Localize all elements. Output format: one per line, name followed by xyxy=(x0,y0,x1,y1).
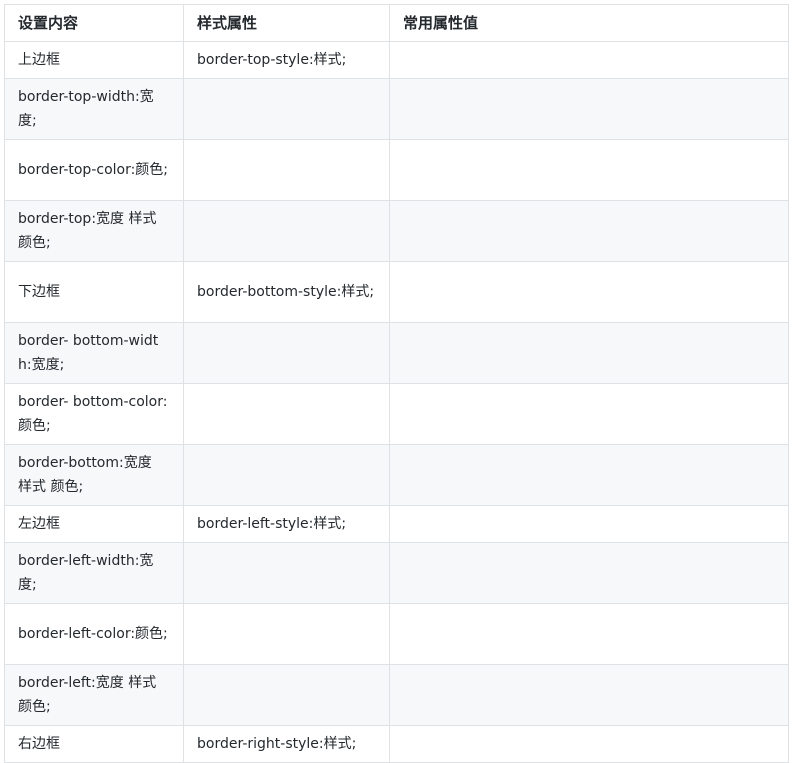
header-style-property: 样式属性 xyxy=(183,4,390,42)
cell-style xyxy=(183,322,390,384)
cell-value xyxy=(389,200,789,262)
cell-style: border-bottom-style:样式; xyxy=(183,261,390,323)
header-row: 设置内容 样式属性 常用属性值 xyxy=(4,4,789,42)
cell-value xyxy=(389,444,789,506)
border-property-table: 设置内容 样式属性 常用属性值 上边框 border-top-style:样式;… xyxy=(4,4,789,763)
cell-style: border-top-style:样式; xyxy=(183,41,390,79)
cell-value xyxy=(389,261,789,323)
table-row: border-top-color:颜色; xyxy=(4,139,789,201)
cell-setting: 上边框 xyxy=(4,41,184,79)
cell-setting: border-left-width:宽度; xyxy=(4,542,184,604)
table-row: border-top-width:宽度; xyxy=(4,78,789,140)
table-body: 上边框 border-top-style:样式; border-top-widt… xyxy=(4,41,789,763)
cell-value xyxy=(389,542,789,604)
table-row: border-left:宽度 样式 颜色; xyxy=(4,664,789,726)
table-row: border-left-color:颜色; xyxy=(4,603,789,665)
cell-setting: border- bottom-width:宽度; xyxy=(4,322,184,384)
cell-value xyxy=(389,139,789,201)
cell-style xyxy=(183,200,390,262)
table-row: 下边框 border-bottom-style:样式; xyxy=(4,261,789,323)
cell-value xyxy=(389,664,789,726)
cell-style xyxy=(183,139,390,201)
table-row: border- bottom-color:颜色; xyxy=(4,383,789,445)
cell-style xyxy=(183,542,390,604)
table-header: 设置内容 样式属性 常用属性值 xyxy=(4,4,789,42)
cell-style xyxy=(183,444,390,506)
cell-value xyxy=(389,78,789,140)
table-row: 左边框 border-left-style:样式; xyxy=(4,505,789,543)
cell-style xyxy=(183,78,390,140)
table-row: border- bottom-width:宽度; xyxy=(4,322,789,384)
cell-style: border-right-style:样式; xyxy=(183,725,390,763)
cell-setting: 下边框 xyxy=(4,261,184,323)
cell-value xyxy=(389,383,789,445)
cell-value xyxy=(389,41,789,79)
cell-value xyxy=(389,725,789,763)
table-row: 右边框 border-right-style:样式; xyxy=(4,725,789,763)
cell-value xyxy=(389,603,789,665)
cell-style xyxy=(183,664,390,726)
table-row: border-left-width:宽度; xyxy=(4,542,789,604)
cell-setting: border-top-width:宽度; xyxy=(4,78,184,140)
property-table-container: 设置内容 样式属性 常用属性值 上边框 border-top-style:样式;… xyxy=(4,4,789,763)
cell-setting: border-top-color:颜色; xyxy=(4,139,184,201)
cell-setting: border-left:宽度 样式 颜色; xyxy=(4,664,184,726)
header-common-values: 常用属性值 xyxy=(389,4,789,42)
cell-setting: border-bottom:宽度 样式 颜色; xyxy=(4,444,184,506)
cell-setting: 左边框 xyxy=(4,505,184,543)
header-setting-content: 设置内容 xyxy=(4,4,184,42)
cell-style xyxy=(183,383,390,445)
cell-setting: border-top:宽度 样式 颜色; xyxy=(4,200,184,262)
cell-setting: border-left-color:颜色; xyxy=(4,603,184,665)
table-row: border-bottom:宽度 样式 颜色; xyxy=(4,444,789,506)
table-row: border-top:宽度 样式 颜色; xyxy=(4,200,789,262)
cell-value xyxy=(389,505,789,543)
cell-value xyxy=(389,322,789,384)
cell-style: border-left-style:样式; xyxy=(183,505,390,543)
cell-setting: 右边框 xyxy=(4,725,184,763)
cell-style xyxy=(183,603,390,665)
cell-setting: border- bottom-color:颜色; xyxy=(4,383,184,445)
table-row: 上边框 border-top-style:样式; xyxy=(4,41,789,79)
